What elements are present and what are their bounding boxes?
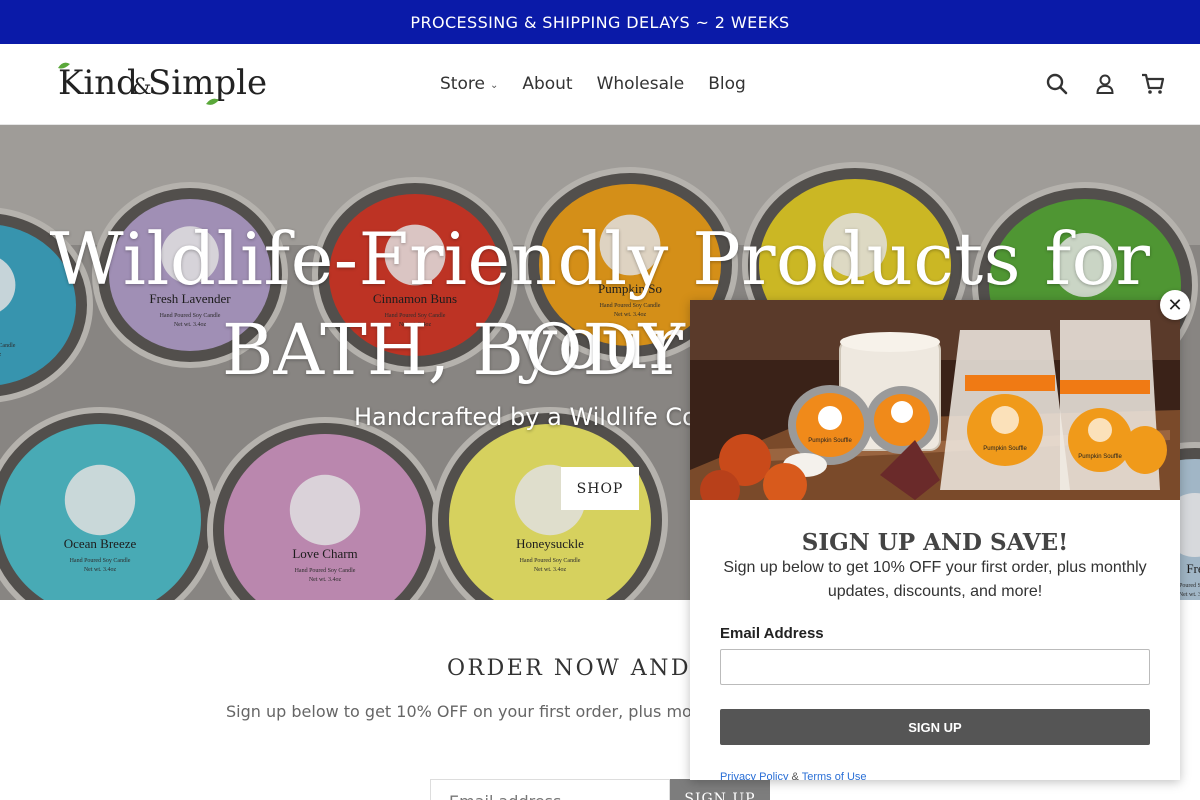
- hero-title-line2: BATH, BODY &: [222, 309, 770, 391]
- nav-item-about[interactable]: About: [522, 74, 572, 94]
- svg-text:Pumpkin Souffle: Pumpkin Souffle: [1078, 454, 1122, 460]
- popup-description: Sign up below to get 10% OFF your first …: [723, 559, 1147, 600]
- site-header: Kind & Simple Store ⌄ About Wholesale Bl…: [0, 44, 1200, 125]
- nav-item-store[interactable]: Store ⌄: [440, 74, 498, 94]
- nav-item-label: About: [522, 74, 573, 94]
- account-icon[interactable]: [1092, 71, 1118, 97]
- candle-tin: [866, 386, 938, 454]
- shop-button[interactable]: SHOP: [561, 467, 639, 510]
- nav-item-wholesale[interactable]: Wholesale: [597, 74, 685, 94]
- svg-text:Pumpkin Souffle: Pumpkin Souffle: [983, 446, 1027, 452]
- newsletter-subtitle: Sign up below to get 10% OFF on your fir…: [226, 702, 692, 721]
- hero-subtitle: Handcrafted by a Wildlife Co: [354, 403, 697, 431]
- nav-item-label: Blog: [708, 74, 746, 94]
- logo[interactable]: Kind & Simple: [56, 58, 266, 110]
- links-separator: &: [791, 771, 799, 780]
- newsletter-title: ORDER NOW AND S: [447, 656, 719, 681]
- announcement-bar: PROCESSING & SHIPPING DELAYS ~ 2 WEEKS: [0, 0, 1200, 44]
- svg-text:Pumpkin Souffle: Pumpkin Souffle: [808, 438, 852, 444]
- gift-tin: Pumpkin Souffle: [967, 394, 1043, 466]
- newsletter-signup-button[interactable]: SIGN UP: [670, 779, 770, 800]
- nav-item-blog[interactable]: Blog: [708, 74, 746, 94]
- popup-legal-links: Privacy Policy & Terms of Use: [720, 771, 867, 780]
- nav-item-label: Wholesale: [596, 74, 685, 94]
- popup-product-image: Pumpkin Souffle Pumpkin Souffle Pumpkin …: [690, 300, 1180, 500]
- announcement-text: PROCESSING & SHIPPING DELAYS ~ 2 WEEKS: [410, 12, 790, 32]
- popup-signup-button[interactable]: SIGN UP: [720, 709, 1150, 745]
- candle-tin: Pumpkin Souffle: [788, 385, 872, 465]
- gift-tin: Pumpkin Souffle: [1068, 408, 1132, 472]
- signup-popup: Pumpkin Souffle Pumpkin Souffle Pumpkin …: [690, 300, 1180, 780]
- popup-title: SIGN UP AND SAVE!: [801, 529, 1069, 556]
- chevron-down-icon: ⌄: [489, 79, 499, 91]
- newsletter-email-input[interactable]: Email address: [430, 779, 670, 800]
- popup-email-input[interactable]: [720, 649, 1150, 685]
- privacy-policy-link[interactable]: Privacy Policy: [720, 771, 788, 780]
- header-icons: [1044, 44, 1166, 124]
- nav-item-label: Store: [440, 74, 485, 94]
- cart-icon[interactable]: [1140, 71, 1166, 97]
- logo-text-kind: Kind: [58, 63, 138, 103]
- main-nav: Store ⌄ About Wholesale Blog: [440, 44, 746, 124]
- logo-wordmark: Kind & Simple: [58, 62, 266, 105]
- popup-email-label: Email Address: [720, 625, 824, 642]
- search-icon[interactable]: [1044, 71, 1070, 97]
- logo-text-simple: Simple: [148, 63, 266, 103]
- close-icon[interactable]: ✕: [1160, 290, 1190, 320]
- newsletter-email-placeholder: Email address: [449, 780, 651, 800]
- terms-of-use-link[interactable]: Terms of Use: [802, 771, 867, 780]
